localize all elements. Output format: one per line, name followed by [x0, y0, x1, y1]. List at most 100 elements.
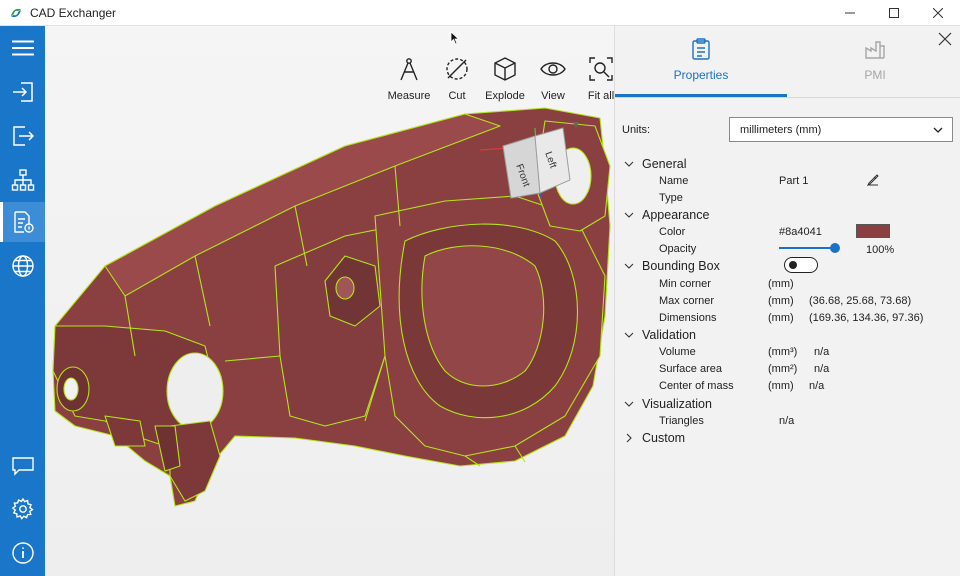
sidebar-item-properties[interactable] — [0, 202, 45, 242]
chevron-down-icon — [624, 332, 634, 338]
maximize-button[interactable] — [872, 0, 916, 26]
chevron-right-icon — [626, 433, 632, 442]
sidebar-item-online[interactable] — [0, 246, 45, 286]
property-triangles-value: n/a — [779, 414, 795, 427]
property-opacity-value: 100% — [866, 244, 895, 256]
property-row-opacity: Opacity 100% — [615, 240, 960, 257]
factory-icon — [865, 41, 885, 59]
export-icon — [12, 126, 34, 146]
section-custom-header[interactable]: Custom — [615, 429, 960, 446]
properties-panel: Properties PMI Units: millimeters (mm) G… — [614, 26, 960, 576]
property-row-center-of-mass: Center of mass (mm) n/a — [615, 377, 960, 394]
chevron-down-icon — [624, 401, 634, 407]
property-center-of-mass-label: Center of mass — [659, 379, 734, 392]
3d-model-part[interactable] — [45, 26, 614, 576]
units-dropdown[interactable]: millimeters (mm) — [729, 117, 953, 142]
opacity-slider-track[interactable] — [779, 247, 835, 249]
fit-all-tool-label: Fit all — [587, 90, 614, 102]
fit-all-icon — [589, 57, 613, 81]
cut-section-icon — [446, 58, 468, 80]
sidebar-item-structure[interactable] — [0, 160, 45, 200]
property-dimensions-value: (169.36, 134.36, 97.36) — [809, 311, 924, 324]
property-volume-label: Volume — [659, 345, 696, 358]
window-controls — [828, 0, 960, 26]
view-cube[interactable]: Front Left — [475, 118, 585, 218]
property-row-volume: Volume (mm³) n/a — [615, 343, 960, 360]
property-name-value: Part 1 — [779, 174, 809, 187]
section-custom-title: Custom — [642, 430, 686, 445]
3d-viewport[interactable]: Front Left Measure Cut Explode View Fit … — [45, 26, 614, 576]
globe-icon — [11, 255, 34, 277]
import-icon — [12, 82, 33, 102]
clipboard-icon — [692, 38, 710, 60]
color-swatch[interactable] — [856, 224, 890, 238]
cut-tool-button[interactable]: Cut — [433, 56, 481, 102]
section-bounding-box-header[interactable]: Bounding Box — [615, 257, 960, 274]
property-row-dimensions: Dimensions (mm) (169.36, 134.36, 97.36) — [615, 309, 960, 326]
sidebar-item-feedback[interactable] — [0, 446, 45, 486]
minimize-button[interactable] — [828, 0, 872, 26]
property-center-of-mass-unit: (mm) — [768, 379, 794, 392]
bounding-box-toggle[interactable] — [784, 257, 818, 273]
chevron-down-icon — [624, 212, 634, 218]
property-triangles-label: Triangles — [659, 414, 704, 427]
sidebar-item-about[interactable] — [0, 533, 45, 573]
window-title: CAD Exchanger — [30, 5, 117, 20]
property-row-min-corner: Min corner (mm) — [615, 275, 960, 292]
section-general-title: General — [642, 156, 687, 171]
explode-tool-label: Explode — [485, 90, 525, 102]
maximize-icon — [889, 8, 899, 18]
cube-explode-icon — [494, 57, 516, 81]
property-row-triangles: Triangles n/a — [615, 412, 960, 429]
section-appearance-header[interactable]: Appearance — [615, 206, 960, 223]
hamburger-menu-icon — [11, 40, 34, 56]
section-validation-header[interactable]: Validation — [615, 326, 960, 343]
property-volume-value: n/a — [814, 345, 830, 358]
property-row-type: Type — [615, 189, 960, 206]
tab-properties[interactable]: Properties — [616, 38, 786, 82]
mouse-cursor-icon — [450, 31, 460, 45]
sidebar-item-export[interactable] — [0, 116, 45, 156]
opacity-slider-thumb[interactable] — [830, 243, 840, 253]
sidebar-item-import[interactable] — [0, 72, 45, 112]
document-properties-icon — [13, 211, 34, 233]
tab-pmi[interactable]: PMI — [790, 38, 960, 82]
section-general-header[interactable]: General — [615, 155, 960, 172]
property-max-corner-value: (36.68, 25.68, 73.68) — [809, 294, 912, 307]
fit-all-tool-button[interactable]: Fit all — [577, 56, 614, 102]
minimize-icon — [845, 12, 855, 14]
edit-pencil-icon[interactable] — [867, 174, 879, 186]
property-type-label: Type — [659, 191, 683, 204]
close-window-button[interactable] — [916, 0, 960, 26]
chevron-down-icon — [933, 127, 943, 133]
left-sidebar — [0, 26, 45, 576]
section-visualization-title: Visualization — [642, 396, 712, 411]
sidebar-menu-button[interactable] — [0, 28, 45, 68]
property-name-label: Name — [659, 174, 689, 187]
property-surface-area-unit: (mm²) — [768, 362, 798, 375]
property-surface-area-value: n/a — [814, 362, 830, 375]
property-max-corner-label: Max corner — [659, 294, 715, 307]
section-visualization-header[interactable]: Visualization — [615, 395, 960, 412]
chat-icon — [11, 457, 34, 476]
tab-divider — [615, 97, 960, 98]
cut-tool-label: Cut — [448, 90, 466, 102]
property-color-value: #8a4041 — [779, 225, 822, 238]
explode-tool-button[interactable]: Explode — [481, 56, 529, 102]
info-icon — [11, 542, 34, 564]
property-opacity-label: Opacity — [659, 242, 697, 255]
measure-tool-button[interactable]: Measure — [385, 56, 433, 102]
close-icon — [933, 8, 943, 18]
view-tool-label: View — [541, 90, 565, 102]
view-tool-button[interactable]: View — [529, 56, 577, 102]
property-surface-area-label: Surface area — [659, 362, 722, 375]
eye-icon — [540, 62, 566, 76]
property-volume-unit: (mm³) — [768, 345, 798, 358]
property-min-corner-label: Min corner — [659, 277, 711, 290]
property-dimensions-unit: (mm) — [768, 311, 794, 324]
cad-exchanger-logo-icon — [11, 8, 21, 17]
units-selected-value: millimeters (mm) — [740, 123, 822, 136]
property-row-max-corner: Max corner (mm) (36.68, 25.68, 73.68) — [615, 292, 960, 309]
sidebar-item-settings[interactable] — [0, 489, 45, 529]
property-max-corner-unit: (mm) — [768, 294, 794, 307]
